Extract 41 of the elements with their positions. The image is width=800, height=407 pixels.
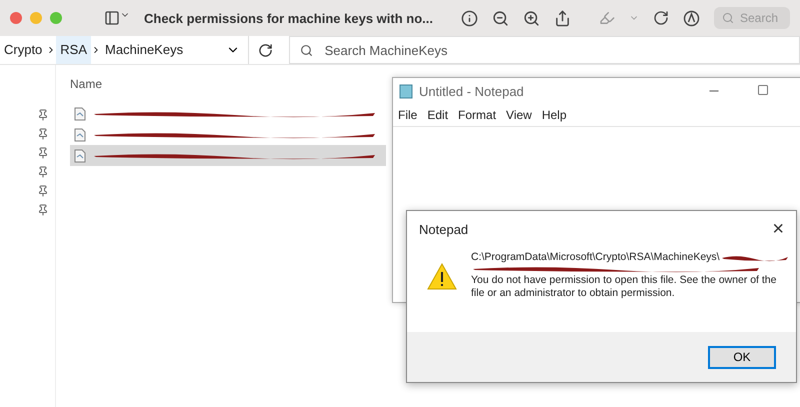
close-window-button[interactable] — [10, 12, 22, 24]
breadcrumb-item[interactable]: RSA — [56, 36, 92, 64]
ok-button[interactable]: OK — [708, 346, 776, 368]
error-message: You do not have permission to open this file. See the owner of the file or an administrator to obtain permission. — [471, 274, 778, 300]
zoom-out-icon[interactable] — [492, 10, 509, 26]
rotate-icon[interactable] — [652, 10, 669, 26]
breadcrumb-item[interactable]: Crypto — [0, 36, 46, 64]
file-row[interactable] — [70, 145, 386, 166]
menu-item[interactable]: Format — [458, 108, 496, 122]
pin-icon[interactable] — [36, 166, 48, 178]
sidebar-icon[interactable] — [104, 10, 130, 26]
pin-icon[interactable] — [36, 204, 48, 216]
search-icon — [300, 44, 313, 56]
menu-item[interactable]: File — [398, 108, 418, 122]
close-button[interactable]: × — [768, 219, 788, 239]
info-icon[interactable] — [460, 10, 478, 26]
window-title: Untitled - Notepad — [419, 84, 524, 98]
maximize-icon[interactable] — [757, 84, 769, 98]
menu-item[interactable]: Edit — [427, 108, 448, 122]
document-title: Check permissions for machine keys with no... — [144, 10, 433, 26]
menu-item[interactable]: Help — [542, 108, 567, 122]
pin-icon[interactable] — [36, 109, 48, 121]
warning-icon — [427, 263, 457, 290]
file-path: C:\ProgramData\Microsoft\Crypto\RSA\MachineKeys\ — [471, 251, 720, 264]
file-icon — [74, 128, 86, 142]
pin-icon[interactable] — [36, 185, 48, 197]
column-header[interactable]: Name — [70, 77, 102, 91]
pin-icon[interactable] — [36, 147, 48, 159]
menu-item[interactable]: View — [506, 108, 532, 122]
search-field[interactable]: Search MachineKeys — [288, 36, 800, 64]
search-icon — [722, 12, 734, 24]
zoom-in-icon[interactable] — [522, 10, 540, 26]
breadcrumb-item[interactable]: MachineKeys — [101, 36, 188, 64]
share-icon[interactable] — [554, 10, 571, 26]
pin-icon[interactable] — [36, 128, 48, 140]
file-icon — [74, 106, 86, 120]
address-bar[interactable]: Crypto RSA MachineKeys — [0, 36, 249, 64]
dialog-title: Notepad — [419, 222, 468, 236]
file-icon — [74, 148, 86, 162]
notepad-icon — [399, 84, 413, 98]
markup-icon[interactable] — [682, 10, 700, 26]
